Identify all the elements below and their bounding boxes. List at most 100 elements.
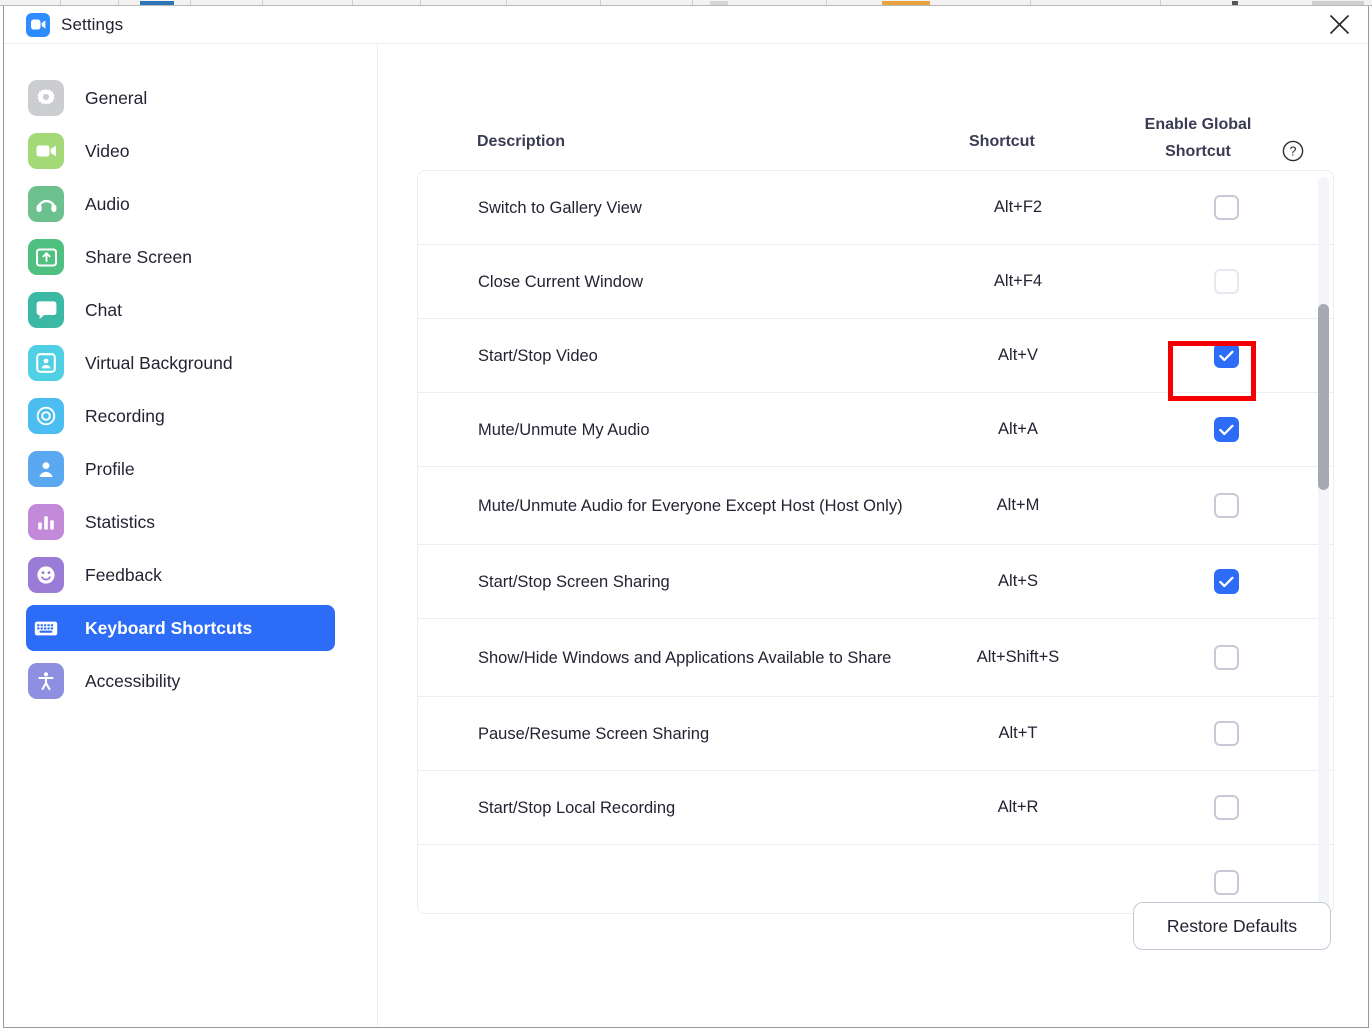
row-description: Switch to Gallery View xyxy=(418,195,918,221)
row-description: Start/Stop Video xyxy=(418,343,918,369)
upload-screen-icon xyxy=(28,239,64,275)
sidebar-item-video[interactable]: Video xyxy=(26,128,335,174)
sidebar-item-profile[interactable]: Profile xyxy=(26,446,335,492)
chat-bubble-icon xyxy=(28,292,64,328)
restore-defaults-button[interactable]: Restore Defaults xyxy=(1133,902,1331,950)
table-row[interactable]: Start/Stop Local Recording Alt+R xyxy=(418,771,1334,845)
keyboard-shortcuts-panel: Description Shortcut Enable Global Short… xyxy=(378,44,1368,1027)
table-row[interactable]: Pause/Resume Screen Sharing Alt+T xyxy=(418,697,1334,771)
table-row[interactable]: Mute/Unmute My Audio Alt+A xyxy=(418,393,1334,467)
accessibility-icon xyxy=(28,663,64,699)
table-scrollbar-track[interactable] xyxy=(1318,177,1329,909)
smiley-face-icon xyxy=(28,557,64,593)
settings-window: Settings General xyxy=(3,6,1369,1028)
sidebar-item-label: Recording xyxy=(85,406,165,427)
sidebar-item-label: Share Screen xyxy=(85,247,192,268)
row-shortcut: Alt+F2 xyxy=(918,198,1118,217)
row-toggle-cell xyxy=(1118,645,1334,670)
row-toggle-cell xyxy=(1118,721,1334,746)
enable-global-shortcut-checkbox[interactable] xyxy=(1214,721,1239,746)
sidebar-item-label: Statistics xyxy=(85,512,155,533)
row-shortcut: Alt+F4 xyxy=(918,272,1118,291)
title-bar: Settings xyxy=(4,6,1368,44)
row-toggle-cell xyxy=(1118,795,1334,820)
table-column-headers: Description Shortcut Enable Global Short… xyxy=(378,99,1333,169)
zoom-camera-icon xyxy=(26,13,50,37)
sidebar-item-audio[interactable]: Audio xyxy=(26,181,335,227)
table-row[interactable]: Switch to Gallery View Alt+F2 xyxy=(418,171,1334,245)
sidebar-item-label: Profile xyxy=(85,459,135,480)
sidebar-item-share-screen[interactable]: Share Screen xyxy=(26,234,335,280)
enable-global-shortcut-checkbox[interactable] xyxy=(1214,569,1239,594)
sidebar-item-label: Chat xyxy=(85,300,122,321)
enable-global-shortcut-checkbox xyxy=(1214,269,1239,294)
footer-bar: Restore Defaults xyxy=(378,882,1368,1027)
column-header-enable-global-shortcut: Enable Global Shortcut xyxy=(1123,111,1273,165)
column-header-enable-global-line2: Shortcut xyxy=(1123,138,1273,165)
sidebar-item-label: Accessibility xyxy=(85,671,180,692)
row-shortcut: Alt+V xyxy=(918,346,1118,365)
row-description: Close Current Window xyxy=(418,269,918,295)
enable-global-shortcut-checkbox[interactable] xyxy=(1214,195,1239,220)
bar-chart-icon xyxy=(28,504,64,540)
row-shortcut: Alt+A xyxy=(918,420,1118,439)
row-toggle-cell xyxy=(1118,493,1334,518)
column-header-shortcut: Shortcut xyxy=(969,133,1035,151)
row-toggle-cell xyxy=(1118,195,1334,220)
sidebar-item-label: General xyxy=(85,88,147,109)
table-row[interactable]: Close Current Window Alt+F4 xyxy=(418,245,1334,319)
close-button[interactable] xyxy=(1310,6,1368,43)
row-toggle-cell xyxy=(1118,417,1334,442)
video-camera-icon xyxy=(28,133,64,169)
enable-global-shortcut-checkbox[interactable] xyxy=(1214,343,1239,368)
question-mark-help-icon[interactable]: ? xyxy=(1281,139,1305,163)
shortcut-table: Switch to Gallery View Alt+F2 Close Curr… xyxy=(417,170,1334,914)
sidebar-item-general[interactable]: General xyxy=(26,75,335,121)
window-title: Settings xyxy=(61,15,123,35)
sidebar-item-label: Virtual Background xyxy=(85,353,233,374)
table-row[interactable]: Show/Hide Windows and Applications Avail… xyxy=(418,619,1334,697)
sidebar-item-label: Keyboard Shortcuts xyxy=(85,618,252,639)
svg-text:?: ? xyxy=(1290,145,1297,159)
sidebar-item-statistics[interactable]: Statistics xyxy=(26,499,335,545)
row-description: Pause/Resume Screen Sharing xyxy=(418,721,918,747)
row-description: Mute/Unmute My Audio xyxy=(418,417,918,443)
row-description: Start/Stop Local Recording xyxy=(418,795,918,821)
sidebar-item-feedback[interactable]: Feedback xyxy=(26,552,335,598)
column-header-description: Description xyxy=(477,133,565,151)
person-icon xyxy=(28,451,64,487)
row-shortcut: Alt+M xyxy=(918,496,1118,515)
record-circle-icon xyxy=(28,398,64,434)
row-toggle-cell xyxy=(1118,269,1334,294)
sidebar-item-chat[interactable]: Chat xyxy=(26,287,335,333)
settings-sidebar: General Video xyxy=(4,44,378,1027)
keyboard-icon xyxy=(28,610,64,646)
sidebar-item-recording[interactable]: Recording xyxy=(26,393,335,439)
sidebar-item-accessibility[interactable]: Accessibility xyxy=(26,658,335,704)
enable-global-shortcut-checkbox[interactable] xyxy=(1214,493,1239,518)
sidebar-item-keyboard-shortcuts[interactable]: Keyboard Shortcuts xyxy=(26,605,335,651)
row-toggle-cell xyxy=(1118,343,1334,368)
row-shortcut: Alt+R xyxy=(918,798,1118,817)
enable-global-shortcut-checkbox[interactable] xyxy=(1214,417,1239,442)
sidebar-item-virtual-background[interactable]: Virtual Background xyxy=(26,340,335,386)
enable-global-shortcut-checkbox[interactable] xyxy=(1214,795,1239,820)
table-row[interactable]: Start/Stop Video Alt+V xyxy=(418,319,1334,393)
row-toggle-cell xyxy=(1118,569,1334,594)
person-frame-icon xyxy=(28,345,64,381)
table-scrollbar-thumb[interactable] xyxy=(1318,304,1329,490)
enable-global-shortcut-checkbox[interactable] xyxy=(1214,645,1239,670)
column-header-enable-global-line1: Enable Global xyxy=(1123,111,1273,138)
close-icon xyxy=(1329,14,1350,35)
sidebar-item-label: Feedback xyxy=(85,565,162,586)
row-description: Start/Stop Screen Sharing xyxy=(418,569,918,595)
table-row[interactable]: Start/Stop Screen Sharing Alt+S xyxy=(418,545,1334,619)
row-shortcut: Alt+Shift+S xyxy=(918,648,1118,667)
window-body: General Video xyxy=(4,44,1368,1027)
row-shortcut: Alt+S xyxy=(918,572,1118,591)
table-row[interactable]: Mute/Unmute Audio for Everyone Except Ho… xyxy=(418,467,1334,545)
row-description: Mute/Unmute Audio for Everyone Except Ho… xyxy=(418,493,918,519)
sidebar-item-label: Video xyxy=(85,141,129,162)
row-description: Show/Hide Windows and Applications Avail… xyxy=(418,645,918,671)
shortcut-rows-viewport: Switch to Gallery View Alt+F2 Close Curr… xyxy=(418,170,1334,914)
